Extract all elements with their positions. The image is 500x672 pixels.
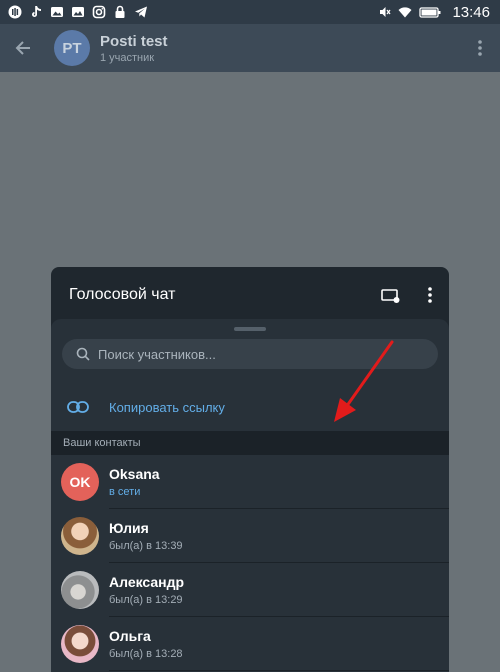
status-time: 13:46 [452,3,490,21]
contacts-section-header: Ваши контакты [51,431,449,455]
contact-item[interactable]: Ольга был(а) в 13:28 [51,617,449,671]
voice-chat-sheet: Голосовой чат Копировать ссылку Ваши кон… [51,267,449,672]
contact-status: в сети [109,486,141,498]
tiktok-icon [29,5,43,19]
contact-name: Oksana [109,466,160,482]
avatar [61,571,99,609]
link-icon [67,401,89,413]
photo-icon [71,5,85,19]
lock-icon [113,5,127,19]
avatar [61,625,99,663]
member-count: 1 участник [100,51,155,64]
contact-item[interactable]: Юлия был(а) в 13:39 [51,509,449,563]
search-icon [76,347,90,361]
contacts-section-label: Ваши контакты [63,437,141,449]
contact-name: Юлия [109,520,149,536]
voice-chat-title: Голосовой чат [69,286,176,303]
telegram-icon [134,5,148,19]
back-button[interactable] [0,24,46,72]
contact-name: Александр [109,574,185,590]
wifi-icon [398,5,412,19]
contact-status: был(а) в 13:29 [109,594,183,606]
status-bar: 13:46 [0,0,500,24]
mute-icon [377,5,391,19]
voice-icon [8,5,22,19]
avatar: OK [61,463,99,501]
annotation-arrow [334,340,394,422]
contact-list: OK Oksana в сети Юлия был(а) в 13:39 Але… [51,455,449,671]
screen-share-button[interactable] [381,287,401,305]
contact-item[interactable]: Александр был(а) в 13:29 [51,563,449,617]
contact-status: был(а) в 13:28 [109,648,183,660]
group-avatar[interactable]: PT [54,30,90,66]
chat-title: Posti test [100,32,168,50]
contact-status: был(а) в 13:39 [109,540,183,552]
gallery-icon [50,5,64,19]
status-left-icons [8,5,148,19]
voice-chat-header: Голосовой чат [51,267,449,323]
avatar [61,517,99,555]
chat-header: PT Posti test 1 участник [0,24,500,72]
voice-chat-menu-button[interactable] [425,285,435,305]
copy-link-label: Копировать ссылку [109,399,225,415]
chat-title-block[interactable]: Posti test 1 участник [100,33,168,64]
status-right-icons: 13:46 [377,4,490,21]
more-vertical-icon [428,287,432,303]
chat-menu-button[interactable] [470,36,490,60]
battery-icon [419,5,441,19]
screen-share-icon [381,289,400,303]
arrow-left-icon [15,41,30,55]
more-vertical-icon [478,40,482,56]
contact-name: Ольга [109,628,151,644]
instagram-icon [92,5,106,19]
contact-item[interactable]: OK Oksana в сети [51,455,449,509]
drag-handle[interactable] [234,327,266,331]
divider [109,670,449,671]
